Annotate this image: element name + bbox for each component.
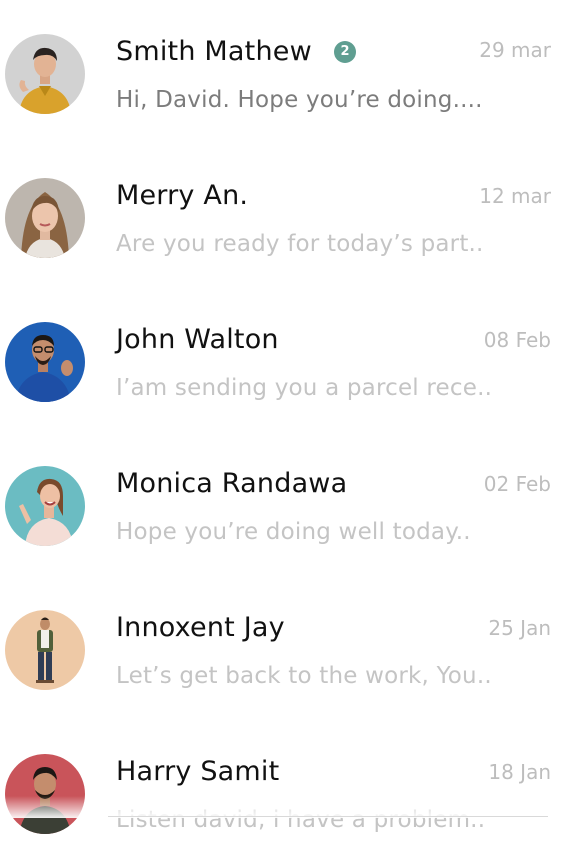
bottom-divider bbox=[108, 816, 548, 817]
chat-row-monica-randawa[interactable]: Monica Randawa 02 Feb Hope you’re doing … bbox=[0, 432, 572, 576]
message-date: 12 mar bbox=[479, 184, 551, 208]
avatar[interactable] bbox=[5, 322, 85, 402]
message-date: 29 mar bbox=[479, 38, 551, 62]
contact-name: John Walton bbox=[116, 324, 279, 355]
avatar[interactable] bbox=[5, 466, 85, 546]
message-date: 02 Feb bbox=[483, 472, 551, 496]
chat-row-smith-mathew[interactable]: Smith Mathew 2 29 mar Hi, David. Hope yo… bbox=[0, 0, 572, 144]
chat-list: Smith Mathew 2 29 mar Hi, David. Hope yo… bbox=[0, 0, 572, 834]
contact-name: Harry Samit bbox=[116, 756, 280, 787]
man-blue-sweater-avatar-icon bbox=[5, 322, 85, 402]
man-yellow-shirt-avatar-icon bbox=[5, 34, 85, 114]
message-preview: Are you ready for today’s part.. bbox=[116, 231, 484, 257]
avatar[interactable] bbox=[5, 754, 85, 834]
avatar[interactable] bbox=[5, 34, 85, 114]
contact-name: Smith Mathew bbox=[116, 36, 312, 67]
chat-row-innoxent-jay[interactable]: Innoxent Jay 25 Jan Let’s get back to th… bbox=[0, 576, 572, 720]
message-date: 08 Feb bbox=[483, 328, 551, 352]
message-preview: I’am sending you a parcel rece.. bbox=[116, 375, 493, 401]
man-full-body-avatar-icon bbox=[5, 610, 85, 690]
woman-portrait-avatar-icon bbox=[5, 178, 85, 258]
scroll-fade-overlay bbox=[0, 796, 572, 818]
contact-name: Merry An. bbox=[116, 180, 249, 211]
avatar[interactable] bbox=[5, 178, 85, 258]
message-date: 25 Jan bbox=[488, 616, 551, 640]
contact-name: Innoxent Jay bbox=[116, 612, 285, 643]
message-preview: Let’s get back to the work, You.. bbox=[116, 663, 492, 689]
unread-count-badge: 2 bbox=[334, 41, 356, 63]
contact-name: Monica Randawa bbox=[116, 468, 348, 499]
man-red-background-avatar-icon bbox=[5, 754, 85, 834]
chat-row-john-walton[interactable]: John Walton 08 Feb I’am sending you a pa… bbox=[0, 288, 572, 432]
avatar[interactable] bbox=[5, 610, 85, 690]
message-preview: Hope you’re doing well today.. bbox=[116, 519, 471, 545]
chat-row-harry-samit[interactable]: Harry Samit 18 Jan Listen david, i have … bbox=[0, 720, 572, 864]
message-date: 18 Jan bbox=[488, 760, 551, 784]
chat-row-merry-an[interactable]: Merry An. 12 mar Are you ready for today… bbox=[0, 144, 572, 288]
message-preview: Hi, David. Hope you’re doing.... bbox=[116, 87, 483, 113]
woman-teal-background-avatar-icon bbox=[5, 466, 85, 546]
